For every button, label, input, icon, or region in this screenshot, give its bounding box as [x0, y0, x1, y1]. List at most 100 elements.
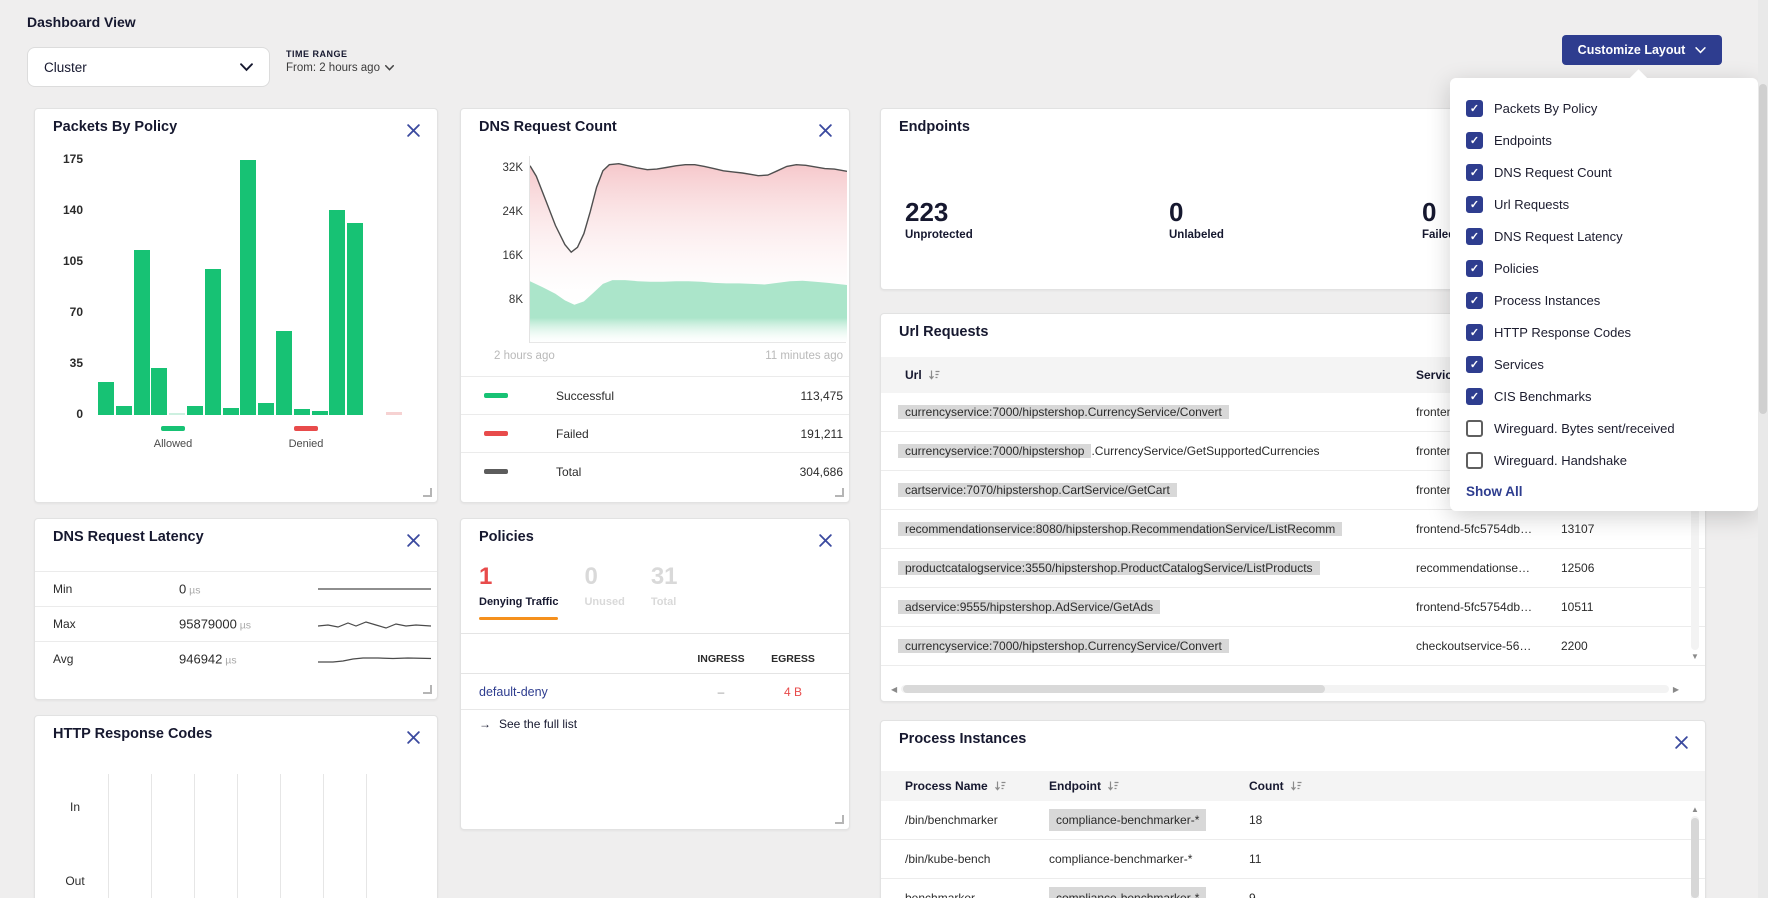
- url-cell: productcatalogservice:3550/hipstershop.P…: [898, 561, 1320, 575]
- chevron-down-icon: [385, 62, 394, 74]
- service-cell: frontend-5fc5754db…: [1416, 600, 1532, 614]
- checkbox-checked-icon[interactable]: ✓: [1466, 164, 1483, 181]
- bar-allowed: [294, 409, 310, 415]
- close-icon[interactable]: [1674, 735, 1689, 750]
- checkbox-checked-icon[interactable]: ✓: [1466, 228, 1483, 245]
- checkbox-checked-icon[interactable]: ✓: [1466, 132, 1483, 149]
- latency-unit: µs: [237, 620, 251, 632]
- latency-row: Max 95879000 µs: [35, 606, 437, 641]
- table-row[interactable]: /bin/benchmarkercompliance-benchmarker-*…: [881, 801, 1705, 840]
- column-header-endpoint[interactable]: Endpoint: [1049, 779, 1119, 793]
- process-name-cell: benchmarker: [905, 891, 975, 898]
- menu-item[interactable]: ✓ Services: [1450, 348, 1758, 380]
- resize-handle[interactable]: [835, 815, 844, 824]
- sort-icon[interactable]: [1290, 780, 1302, 792]
- table-row[interactable]: /bin/kube-benchcompliance-benchmarker-*1…: [881, 840, 1705, 879]
- count-cell: 18: [1249, 813, 1262, 827]
- checkbox-checked-icon[interactable]: ✓: [1466, 196, 1483, 213]
- menu-item[interactable]: ✓DNS Request Count: [1450, 156, 1758, 188]
- menu-item-label: Packets By Policy: [1494, 101, 1597, 116]
- bar-allowed: [276, 331, 292, 416]
- bar-allowed: [312, 411, 328, 415]
- checkbox-checked-icon[interactable]: ✓: [1466, 324, 1483, 341]
- tab-total[interactable]: 31 Total: [651, 563, 678, 620]
- menu-item[interactable]: Wireguard. Handshake: [1450, 444, 1758, 476]
- column-header-process-name[interactable]: Process Name: [905, 779, 1006, 793]
- legend-value: 304,686: [800, 465, 843, 479]
- checkbox-checked-icon[interactable]: ✓: [1466, 260, 1483, 277]
- checkbox-checked-icon[interactable]: ✓: [1466, 292, 1483, 309]
- table-row[interactable]: benchmarkercompliance-benchmarker-*9: [881, 879, 1705, 898]
- scroll-left-icon[interactable]: ◀: [891, 685, 897, 694]
- menu-item[interactable]: Wireguard. Bytes sent/received: [1450, 412, 1758, 444]
- count-cell: 2200: [1561, 639, 1588, 653]
- scroll-up-icon[interactable]: ▲: [1691, 805, 1699, 814]
- close-icon[interactable]: [406, 123, 421, 138]
- endpoint-cell: compliance-benchmarker-*: [1049, 891, 1206, 898]
- resize-handle[interactable]: [423, 685, 432, 694]
- arrow-right-icon: →: [479, 717, 491, 731]
- menu-item[interactable]: ✓DNS Request Latency: [1450, 220, 1758, 252]
- legend-label: Total: [556, 465, 581, 479]
- close-icon[interactable]: [406, 730, 421, 745]
- checkbox-unchecked-icon[interactable]: [1466, 452, 1483, 469]
- table-row[interactable]: recommendationservice:8080/hipstershop.R…: [881, 510, 1705, 549]
- resize-handle[interactable]: [835, 488, 844, 497]
- column-header-count[interactable]: Count: [1249, 779, 1302, 793]
- stat-label: Unprotected: [905, 229, 973, 241]
- close-icon[interactable]: [818, 533, 833, 548]
- bar-allowed: [329, 210, 345, 416]
- tab-unused[interactable]: 0 Unused: [584, 563, 624, 620]
- scrollbar-thumb[interactable]: [903, 685, 1325, 693]
- column-header-url[interactable]: Url: [905, 368, 940, 382]
- vertical-scrollbar[interactable]: ▲: [1690, 805, 1700, 898]
- menu-item-label: Services: [1494, 357, 1544, 372]
- scroll-down-icon[interactable]: ▼: [1691, 652, 1699, 661]
- time-range-value[interactable]: From: 2 hours ago: [286, 62, 394, 74]
- menu-item[interactable]: ✓Url Requests: [1450, 188, 1758, 220]
- see-full-list-link[interactable]: → See the full list: [479, 717, 577, 731]
- show-all-link[interactable]: Show All: [1450, 476, 1758, 499]
- legend-row-failed: Failed 191,211: [461, 414, 849, 452]
- sort-icon[interactable]: [928, 369, 940, 381]
- url-highlight: currencyservice:7000/hipstershop: [898, 444, 1091, 458]
- row-label-in: In: [55, 800, 95, 814]
- table-row[interactable]: adservice:9555/hipstershop.AdService/Get…: [881, 588, 1705, 627]
- latency-metric-label: Max: [53, 617, 76, 631]
- menu-item[interactable]: ✓ Packets By Policy: [1450, 92, 1758, 124]
- latency-value: 95879000 µs: [179, 617, 251, 632]
- table-row[interactable]: productcatalogservice:3550/hipstershop.P…: [881, 549, 1705, 588]
- customize-layout-button[interactable]: Customize Layout: [1562, 35, 1722, 65]
- sort-icon[interactable]: [994, 780, 1006, 792]
- sort-icon[interactable]: [1107, 780, 1119, 792]
- url-highlight: productcatalogservice:3550/hipstershop.P…: [898, 561, 1320, 575]
- card-title: Policies: [479, 529, 534, 545]
- card-dns-request-latency: DNS Request Latency Min0 µsMax95879000 µ…: [34, 518, 438, 700]
- menu-item[interactable]: ✓Policies: [1450, 252, 1758, 284]
- menu-item[interactable]: ✓HTTP Response Codes: [1450, 316, 1758, 348]
- view-selector[interactable]: Cluster: [27, 47, 270, 87]
- close-icon[interactable]: [406, 533, 421, 548]
- checkbox-unchecked-icon[interactable]: [1466, 420, 1483, 437]
- scrollbar-thumb[interactable]: [1759, 84, 1767, 414]
- scroll-right-icon[interactable]: ▶: [1673, 685, 1679, 694]
- checkbox-checked-icon[interactable]: ✓: [1466, 356, 1483, 373]
- checkbox-checked-icon[interactable]: ✓: [1466, 388, 1483, 405]
- legend-label: Allowed: [154, 438, 193, 450]
- scrollbar-thumb[interactable]: [1691, 818, 1699, 898]
- table-row[interactable]: currencyservice:7000/hipstershop.Currenc…: [881, 627, 1705, 666]
- legend-swatch-allowed: [161, 426, 185, 431]
- menu-item[interactable]: ✓Endpoints: [1450, 124, 1758, 156]
- time-range-label: TIME RANGE: [286, 49, 394, 59]
- menu-item[interactable]: ✓CIS Benchmarks: [1450, 380, 1758, 412]
- resize-handle[interactable]: [423, 488, 432, 497]
- checkbox-checked-icon[interactable]: ✓: [1466, 100, 1483, 117]
- page-scrollbar[interactable]: [1758, 0, 1768, 898]
- menu-item[interactable]: ✓Process Instances: [1450, 284, 1758, 316]
- horizontal-scrollbar[interactable]: ◀ ▶: [891, 683, 1679, 695]
- tab-denying-traffic[interactable]: 1 Denying Traffic: [479, 563, 558, 620]
- card-http-response-codes: HTTP Response Codes In Out: [34, 715, 438, 898]
- y-tick: 24K: [481, 206, 523, 218]
- policy-name-link[interactable]: default-deny: [479, 685, 548, 699]
- close-icon[interactable]: [818, 123, 833, 138]
